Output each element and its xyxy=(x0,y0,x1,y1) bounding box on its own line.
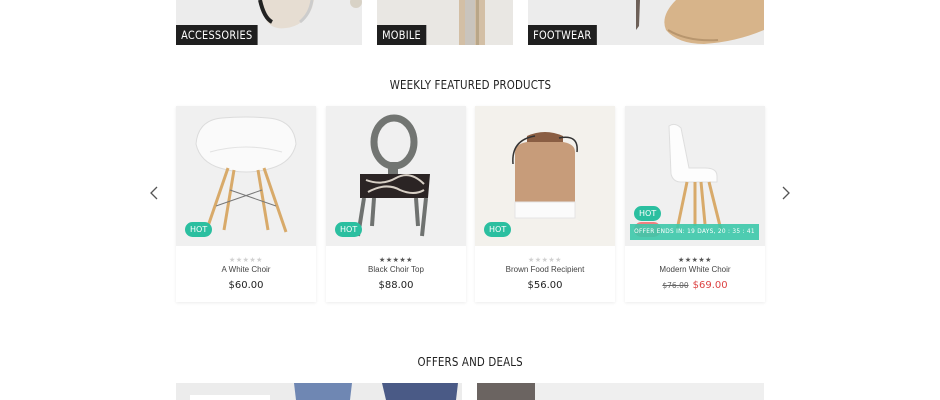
product-name[interactable]: Modern White Choir xyxy=(625,265,765,274)
deal-banner-right[interactable] xyxy=(477,383,764,400)
hot-badge: HOT xyxy=(484,222,512,237)
carousel-prev-button[interactable] xyxy=(147,185,163,201)
star-icon: ★★★★★ xyxy=(379,257,413,264)
rating-stars: ★★★★★ xyxy=(176,256,316,264)
offer-countdown: OFFER ENDS IN: 19 DAYS, 20 : 35 : 41 xyxy=(630,224,759,240)
star-icon: ★★★★★ xyxy=(528,257,562,264)
deal-banner-left[interactable] xyxy=(176,383,462,400)
category-label: MOBILE xyxy=(377,25,427,45)
rating-stars: ★★★★★ xyxy=(326,256,466,264)
hot-badge: HOT xyxy=(185,222,213,237)
hot-badge: HOT xyxy=(634,206,662,221)
section-title-offers: OFFERS AND DEALS xyxy=(417,354,523,369)
product-card[interactable]: HOT ★★★★★ Black Choir Top $88.00 xyxy=(326,106,466,302)
section-title-featured: WEEKLY FEATURED PRODUCTS xyxy=(389,77,551,92)
old-price: $76.00 xyxy=(662,281,689,290)
product-price: $60.00 xyxy=(228,280,264,291)
category-label: FOOTWEAR xyxy=(528,25,597,45)
sale-price: $69.00 xyxy=(692,280,728,291)
category-banner-accessories[interactable]: ACCESSORIES xyxy=(176,0,362,45)
category-banner-mobile[interactable]: MOBILE xyxy=(377,0,513,45)
product-name[interactable]: Brown Food Recipient xyxy=(475,265,615,274)
star-icon: ★★★★★ xyxy=(678,257,712,264)
product-card[interactable]: HOT ★★★★★ Brown Food Recipient $56.00 xyxy=(475,106,615,302)
product-name[interactable]: A White Choir xyxy=(176,265,316,274)
deal-image xyxy=(176,383,462,400)
rating-stars: ★★★★★ xyxy=(475,256,615,264)
category-banner-footwear[interactable]: FOOTWEAR xyxy=(528,0,764,45)
star-icon: ★★★★★ xyxy=(229,257,263,264)
product-card[interactable]: 9% HOT OFFER ENDS IN: 19 DAYS, 20 : 35 :… xyxy=(625,106,765,302)
deal-image xyxy=(477,383,764,400)
product-price: $76.00 $69.00 xyxy=(625,280,765,291)
chevron-left-icon xyxy=(150,186,158,200)
product-price: $56.00 xyxy=(527,280,563,291)
category-label: ACCESSORIES xyxy=(176,25,258,45)
product-name[interactable]: Black Choir Top xyxy=(326,265,466,274)
hot-badge: HOT xyxy=(335,222,363,237)
product-card[interactable]: HOT ★★★★★ A White Choir $60.00 xyxy=(176,106,316,302)
carousel-next-button[interactable] xyxy=(777,185,793,201)
rating-stars: ★★★★★ xyxy=(625,256,765,264)
chevron-right-icon xyxy=(782,186,790,200)
product-price: $88.00 xyxy=(378,280,414,291)
